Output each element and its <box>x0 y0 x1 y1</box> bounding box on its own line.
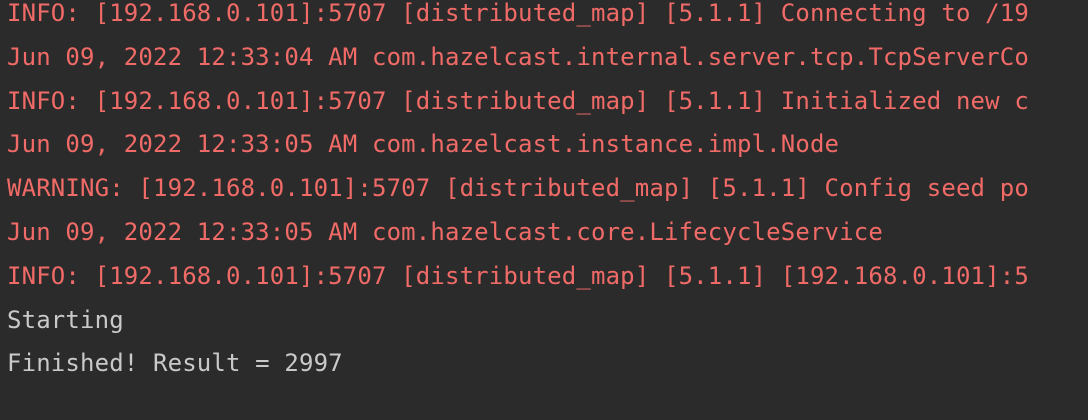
output-line-starting: Starting <box>7 305 124 334</box>
console-output[interactable]: INFO: [192.168.0.101]:5707 [distributed_… <box>0 0 1088 420</box>
console-lines: INFO: [192.168.0.101]:5707 [distributed_… <box>7 0 1088 386</box>
output-line-result: Finished! Result = 2997 <box>7 349 343 378</box>
log-line-timestamp-tcp-server: Jun 09, 2022 12:33:04 AM com.hazelcast.i… <box>7 42 1029 71</box>
log-line-info-initialized: INFO: [192.168.0.101]:5707 [distributed_… <box>7 86 1029 115</box>
log-line-timestamp-lifecycle: Jun 09, 2022 12:33:05 AM com.hazelcast.c… <box>7 217 883 246</box>
log-line-timestamp-node: Jun 09, 2022 12:33:05 AM com.hazelcast.i… <box>7 130 840 159</box>
log-line-warning-config: WARNING: [192.168.0.101]:5707 [distribut… <box>7 174 1029 203</box>
log-line-info-connecting: INFO: [192.168.0.101]:5707 [distributed_… <box>7 0 1029 27</box>
log-line-info-member: INFO: [192.168.0.101]:5707 [distributed_… <box>7 261 1029 290</box>
